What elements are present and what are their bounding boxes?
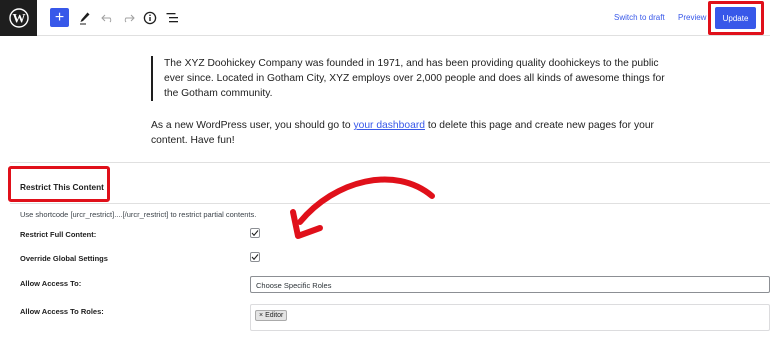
annotation-arrow (290, 176, 435, 239)
editor-screen: W + Switch to draft Preview Update The X… (0, 0, 770, 350)
